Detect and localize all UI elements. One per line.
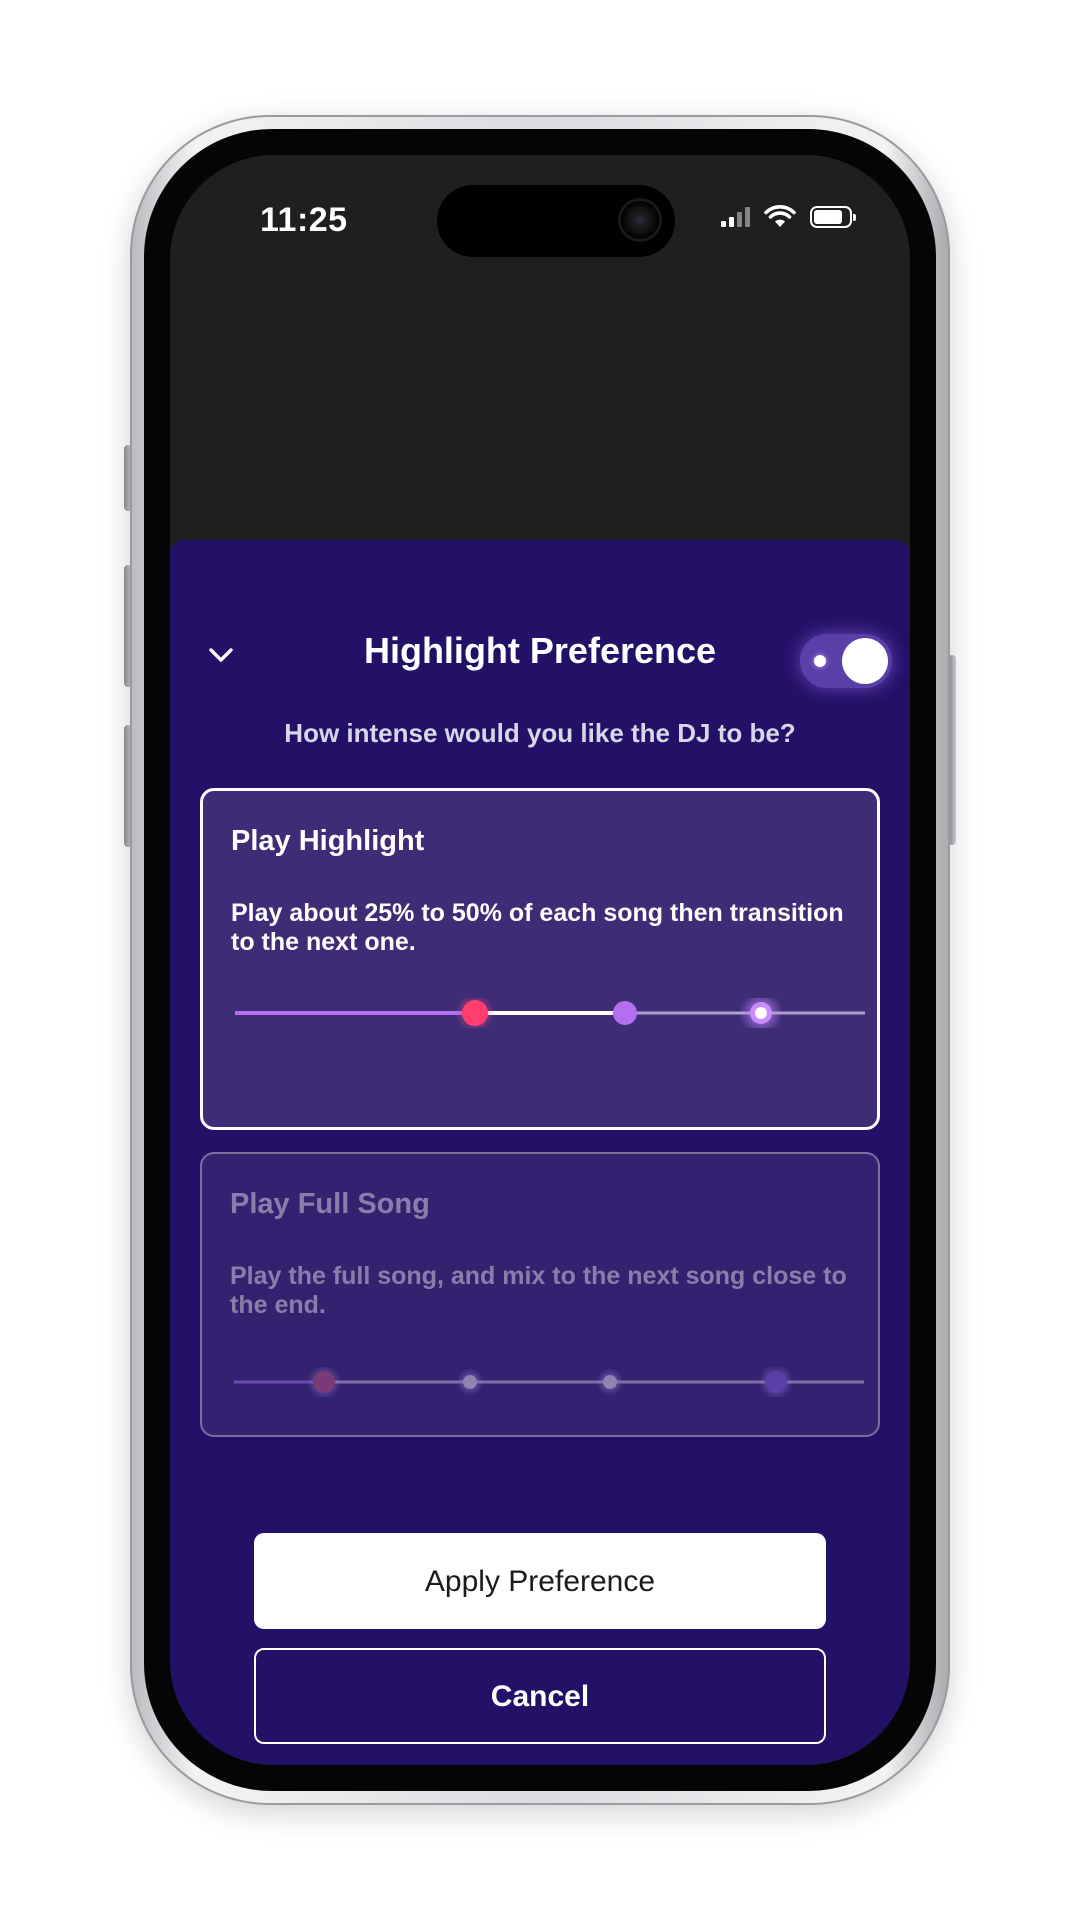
status-icons (721, 205, 856, 229)
option-play-highlight[interactable]: Play Highlight Play about 25% to 50% of … (200, 788, 880, 1130)
option-play-full-song[interactable]: Play Full Song Play the full song, and m… (200, 1152, 880, 1437)
camera-icon (621, 201, 659, 239)
sheet-title: Highlight Preference (363, 630, 717, 671)
intensity-slider-graphic (234, 1367, 864, 1397)
option-description: Play about 25% to 50% of each song then … (231, 899, 844, 956)
battery-icon (810, 206, 856, 228)
status-time: 11:25 (260, 201, 348, 239)
phone-bezel: 11:25 Highlight Preference How intense w… (144, 129, 936, 1791)
intensity-slider-graphic (235, 998, 865, 1028)
sheet-subtitle: How intense would you like the DJ to be? (284, 718, 796, 748)
apply-preference-button[interactable]: Apply Preference (254, 1533, 826, 1629)
phone-screen: 11:25 Highlight Preference How intense w… (170, 155, 910, 1765)
status-bar: 11:25 (170, 155, 910, 285)
highlight-toggle[interactable] (800, 634, 892, 688)
option-description: Play the full song, and mix to the next … (230, 1262, 847, 1319)
option-title: Play Highlight (231, 825, 425, 857)
toggle-indicator (814, 655, 826, 667)
dynamic-island (437, 185, 675, 257)
wifi-icon (764, 205, 796, 227)
toggle-knob (842, 638, 888, 684)
signal-icon (721, 207, 750, 227)
phone-frame: 11:25 Highlight Preference How intense w… (130, 115, 950, 1805)
screenshot-stage: 11:25 Highlight Preference How intense w… (0, 0, 1080, 1920)
option-title: Play Full Song (230, 1188, 430, 1220)
preference-sheet: Highlight Preference How intense would y… (170, 540, 910, 1765)
sheet-header: Highlight Preference (170, 620, 910, 690)
cancel-button[interactable]: Cancel (254, 1648, 826, 1744)
